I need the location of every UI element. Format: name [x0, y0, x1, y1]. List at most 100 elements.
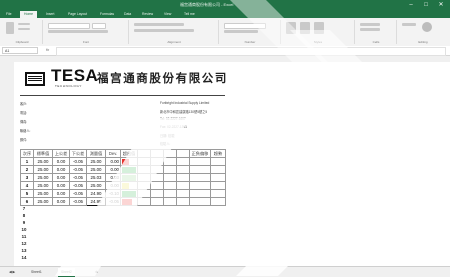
- ribbon-group-label: Editing: [418, 40, 428, 44]
- col-header-lower-tol[interactable]: 下公差: [69, 149, 87, 158]
- info-line-1: Fortbright Industrial Supply Limited: [160, 101, 210, 105]
- deviation-bar: [122, 166, 136, 173]
- col-header-standard[interactable]: 標準值: [33, 149, 53, 158]
- tab-view[interactable]: View: [164, 11, 171, 18]
- autosum-icon[interactable]: [402, 23, 416, 26]
- cut-icon[interactable]: [18, 23, 30, 25]
- row-number: 12: [21, 241, 27, 246]
- sheet-tab-bar: ◀ ▶ Sheet1 Sheet2 ⊕: [0, 266, 450, 277]
- add-sheet-icon[interactable]: ⊕: [92, 268, 101, 276]
- col-header-blank[interactable]: [163, 149, 177, 158]
- ribbon-group-label: Clipboard: [15, 40, 29, 44]
- ribbon-group-font: Font: [44, 20, 129, 44]
- tab-home[interactable]: Home: [20, 11, 38, 18]
- deviation-bar: [122, 182, 129, 189]
- row-number: 10: [21, 227, 27, 232]
- empty-row-numbers: 7 8 9 10 11 12 13 14: [14, 205, 34, 261]
- col-header-exceed[interactable]: 超出值: [120, 149, 138, 158]
- label-email: 郵件:: [20, 138, 28, 142]
- tab-review[interactable]: Review: [142, 11, 153, 18]
- format-table-icon[interactable]: [300, 22, 310, 34]
- ribbon-group-styles: Styles: [282, 20, 355, 44]
- tesa-logo-mark: [25, 72, 45, 86]
- tab-formulas[interactable]: Formulas: [100, 11, 114, 18]
- align-icons[interactable]: [134, 23, 184, 26]
- ribbon-group-label: Font: [82, 40, 89, 44]
- col-header-blank[interactable]: [137, 149, 151, 158]
- row-number: 13: [21, 248, 27, 253]
- label-customer: 客戶:: [20, 102, 28, 106]
- wrap-merge-icons[interactable]: [134, 29, 194, 32]
- info-line-3: Tel: 02-2227-1607: [160, 117, 186, 121]
- ribbon-group-label: Number: [244, 40, 256, 44]
- table-row: 1 25.00 0.00 -0.05 25.00 0.00: [20, 157, 226, 166]
- measurement-table: 次序 標準值 上公差 下公差 測量值 Dev. 超出值 正負偏移 趨勢 1 25…: [20, 149, 226, 206]
- cell-styles-icon[interactable]: [314, 22, 324, 34]
- ribbon-group-number: Number: [220, 20, 281, 44]
- close-button[interactable]: ✕: [434, 1, 448, 9]
- col-header-dev[interactable]: Dev.: [105, 149, 121, 158]
- deviation-bar: [122, 158, 129, 165]
- font-size-select[interactable]: [92, 23, 106, 29]
- font-name-select[interactable]: [48, 23, 90, 29]
- row-number: 11: [21, 234, 27, 239]
- tab-data[interactable]: Data: [124, 11, 131, 18]
- tab-file[interactable]: File: [6, 11, 11, 18]
- ribbon-tabs: File Home Insert Page Layout Formulas Da…: [0, 10, 450, 18]
- ribbon-group-alignment: Alignment: [130, 20, 219, 44]
- sheet-nav-icon[interactable]: ◀ ▶: [6, 268, 18, 276]
- minimize-button[interactable]: –: [404, 1, 418, 9]
- delete-cells-icon[interactable]: [360, 28, 380, 31]
- table-row: 4 25.00 0.00 -0.05 25.00 0.00: [20, 181, 226, 190]
- table-header-row: 次序 標準值 上公差 下公差 測量值 Dev. 超出值 正負偏移 趨勢: [20, 149, 226, 158]
- table-row: 5 25.00 0.00 -0.05 24.90 -0.10: [20, 189, 226, 198]
- row-number: 8: [22, 213, 26, 218]
- name-box[interactable]: A1: [2, 47, 38, 54]
- ribbon-group-label: Alignment: [167, 40, 181, 44]
- col-header-blank[interactable]: [150, 149, 164, 158]
- conditional-format-icon[interactable]: [286, 22, 296, 34]
- row-number: 7: [22, 206, 26, 211]
- title-bar: 福宫通商股份有限公司 - Excel – □ ✕: [0, 0, 450, 10]
- window-title: 福宫通商股份有限公司 - Excel: [180, 2, 234, 7]
- col-header-order[interactable]: 次序: [20, 149, 34, 158]
- table-row: 6 25.00 0.00 -0.05 24.95 -0.05: [20, 197, 226, 206]
- deviation-bar: [122, 198, 132, 205]
- find-icon[interactable]: [422, 22, 432, 32]
- info-line-5: 日期: 檢驗: [160, 134, 175, 138]
- info-line-2: 新北市中和區建康路130號5樓之5: [160, 110, 208, 114]
- deviation-bar: [122, 190, 136, 197]
- formula-input[interactable]: [56, 47, 446, 56]
- tab-page-layout[interactable]: Page Layout: [68, 11, 87, 18]
- col-header-offset[interactable]: 正負偏移: [189, 149, 211, 158]
- font-format-icons[interactable]: [48, 30, 108, 33]
- logo-subtext: TECHNOLOGY: [55, 84, 83, 88]
- header-divider: [20, 95, 225, 96]
- label-phone: 電話:: [20, 111, 28, 115]
- copy-icon[interactable]: [18, 28, 30, 30]
- info-line-4: Fax: 02-2227-1391: [160, 125, 187, 129]
- ribbon-group-label: Styles: [313, 40, 323, 44]
- number-format-select[interactable]: [224, 23, 266, 29]
- tab-tell-me[interactable]: Tell me: [184, 11, 195, 18]
- deviation-bar: [122, 174, 136, 181]
- tab-insert[interactable]: Insert: [46, 11, 54, 18]
- table-row: 2 25.00 0.00 -0.05 25.00 0.00: [20, 165, 226, 174]
- col-header-trend[interactable]: 趨勢: [210, 149, 226, 158]
- col-header-blank[interactable]: [176, 149, 190, 158]
- ribbon-group-cells: Cells: [356, 20, 397, 44]
- info-line-6: 檢驗人:: [160, 142, 171, 146]
- number-icons[interactable]: [224, 30, 258, 33]
- sheet-tab-1[interactable]: Sheet1: [28, 268, 45, 276]
- logo-text: TESA: [51, 66, 99, 85]
- insert-cells-icon[interactable]: [360, 23, 380, 26]
- ribbon: Clipboard Font Alignment Number Styles C…: [0, 18, 450, 47]
- paste-icon[interactable]: [6, 22, 14, 34]
- row-headers[interactable]: [0, 62, 15, 266]
- col-header-upper-tol[interactable]: 上公差: [52, 149, 70, 158]
- maximize-button[interactable]: □: [419, 1, 433, 9]
- col-header-measured[interactable]: 測量值: [86, 149, 106, 158]
- company-name: 福宫通商股份有限公司: [97, 71, 228, 85]
- row-number: 14: [21, 255, 27, 260]
- label-contact: 聯絡人:: [20, 129, 31, 133]
